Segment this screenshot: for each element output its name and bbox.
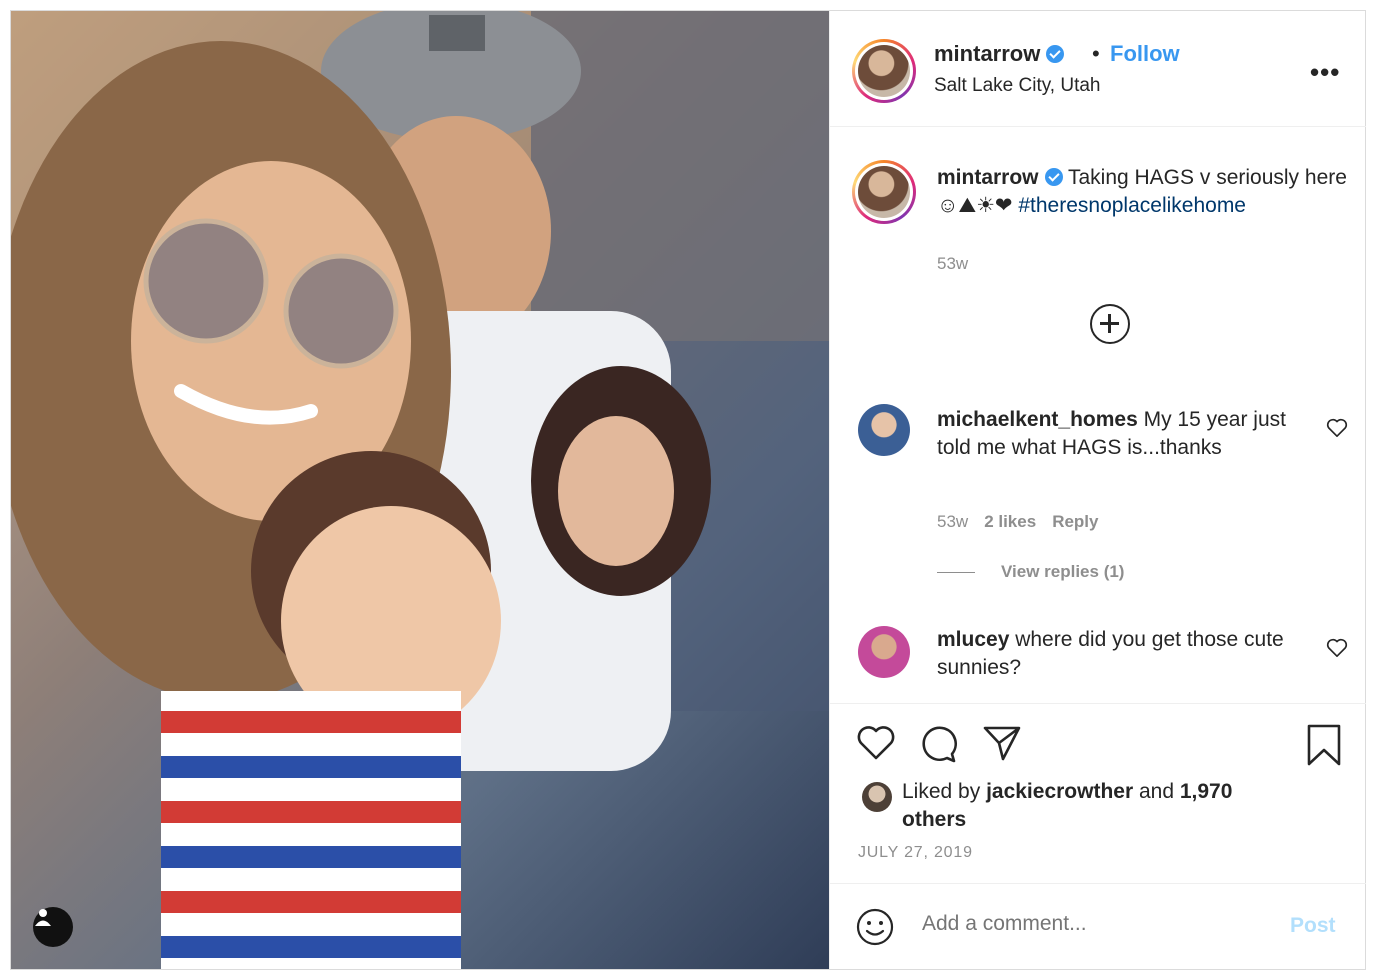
post-card: mintarrow • Follow Salt Lake City, Utah …: [10, 10, 1366, 970]
comment-timestamp[interactable]: 53w: [937, 512, 968, 531]
caption: mintarrow Taking HAGS v seriously here ☺…: [937, 164, 1357, 220]
author-username[interactable]: mintarrow: [934, 41, 1065, 67]
separator-dot: •: [1092, 41, 1100, 66]
author-avatar[interactable]: [852, 39, 916, 103]
commenter-avatar[interactable]: [858, 626, 910, 678]
commenter-avatar[interactable]: [858, 404, 910, 456]
verified-badge-icon: [1044, 168, 1063, 186]
post-header: mintarrow • Follow Salt Lake City, Utah …: [830, 11, 1366, 127]
verified-badge-icon: [1046, 45, 1065, 63]
reply-button[interactable]: Reply: [1052, 512, 1098, 531]
post-date[interactable]: JULY 27, 2019: [858, 844, 973, 862]
photo-illustration: [11, 11, 829, 969]
plus-circle-icon[interactable]: [1090, 304, 1130, 344]
comment-text: michaelkent_homes My 15 year just told m…: [937, 406, 1287, 462]
bookmark-icon[interactable]: [1306, 724, 1342, 771]
caption-timestamp[interactable]: 53w: [937, 254, 968, 274]
share-icon[interactable]: [982, 724, 1022, 767]
post-side-panel: mintarrow • Follow Salt Lake City, Utah …: [829, 11, 1366, 969]
comment-username[interactable]: mlucey: [937, 628, 1009, 651]
post-comment-button[interactable]: Post: [1290, 914, 1336, 938]
comment-likes[interactable]: 2 likes: [984, 512, 1036, 531]
add-comment-bar: Post: [830, 883, 1366, 969]
heart-icon[interactable]: [856, 724, 896, 767]
hashtag-link[interactable]: #theresnoplacelikehome: [1018, 194, 1246, 217]
comment-username[interactable]: michaelkent_homes: [937, 408, 1138, 431]
liked-by-user[interactable]: jackiecrowther: [986, 780, 1133, 803]
comment-icon[interactable]: [918, 724, 958, 769]
location-link[interactable]: Salt Lake City, Utah: [934, 75, 1101, 97]
comment-input[interactable]: [922, 912, 1262, 936]
emoji-icon[interactable]: [856, 908, 894, 951]
more-options-icon[interactable]: •••: [1310, 57, 1340, 88]
follow-button[interactable]: Follow: [1110, 41, 1180, 67]
liker-avatar[interactable]: [862, 782, 892, 812]
comment-like-heart-icon[interactable]: [1326, 638, 1348, 663]
comment-like-heart-icon[interactable]: [1326, 418, 1348, 443]
comment-text: mlucey where did you get those cute sunn…: [937, 626, 1287, 682]
caption-avatar[interactable]: [852, 160, 916, 224]
action-bar: Liked by jackiecrowther and 1,970 others…: [830, 703, 1366, 883]
user-tag-icon[interactable]: [33, 907, 73, 947]
caption-username[interactable]: mintarrow: [937, 166, 1039, 189]
comments-section[interactable]: mintarrow Taking HAGS v seriously here ☺…: [830, 128, 1366, 702]
liked-by-text: Liked by jackiecrowther and 1,970 others: [902, 780, 1233, 831]
view-replies-button[interactable]: View replies (1): [937, 562, 1124, 582]
comment-meta: 53w 2 likes Reply: [937, 512, 1114, 532]
post-photo[interactable]: [11, 11, 829, 969]
